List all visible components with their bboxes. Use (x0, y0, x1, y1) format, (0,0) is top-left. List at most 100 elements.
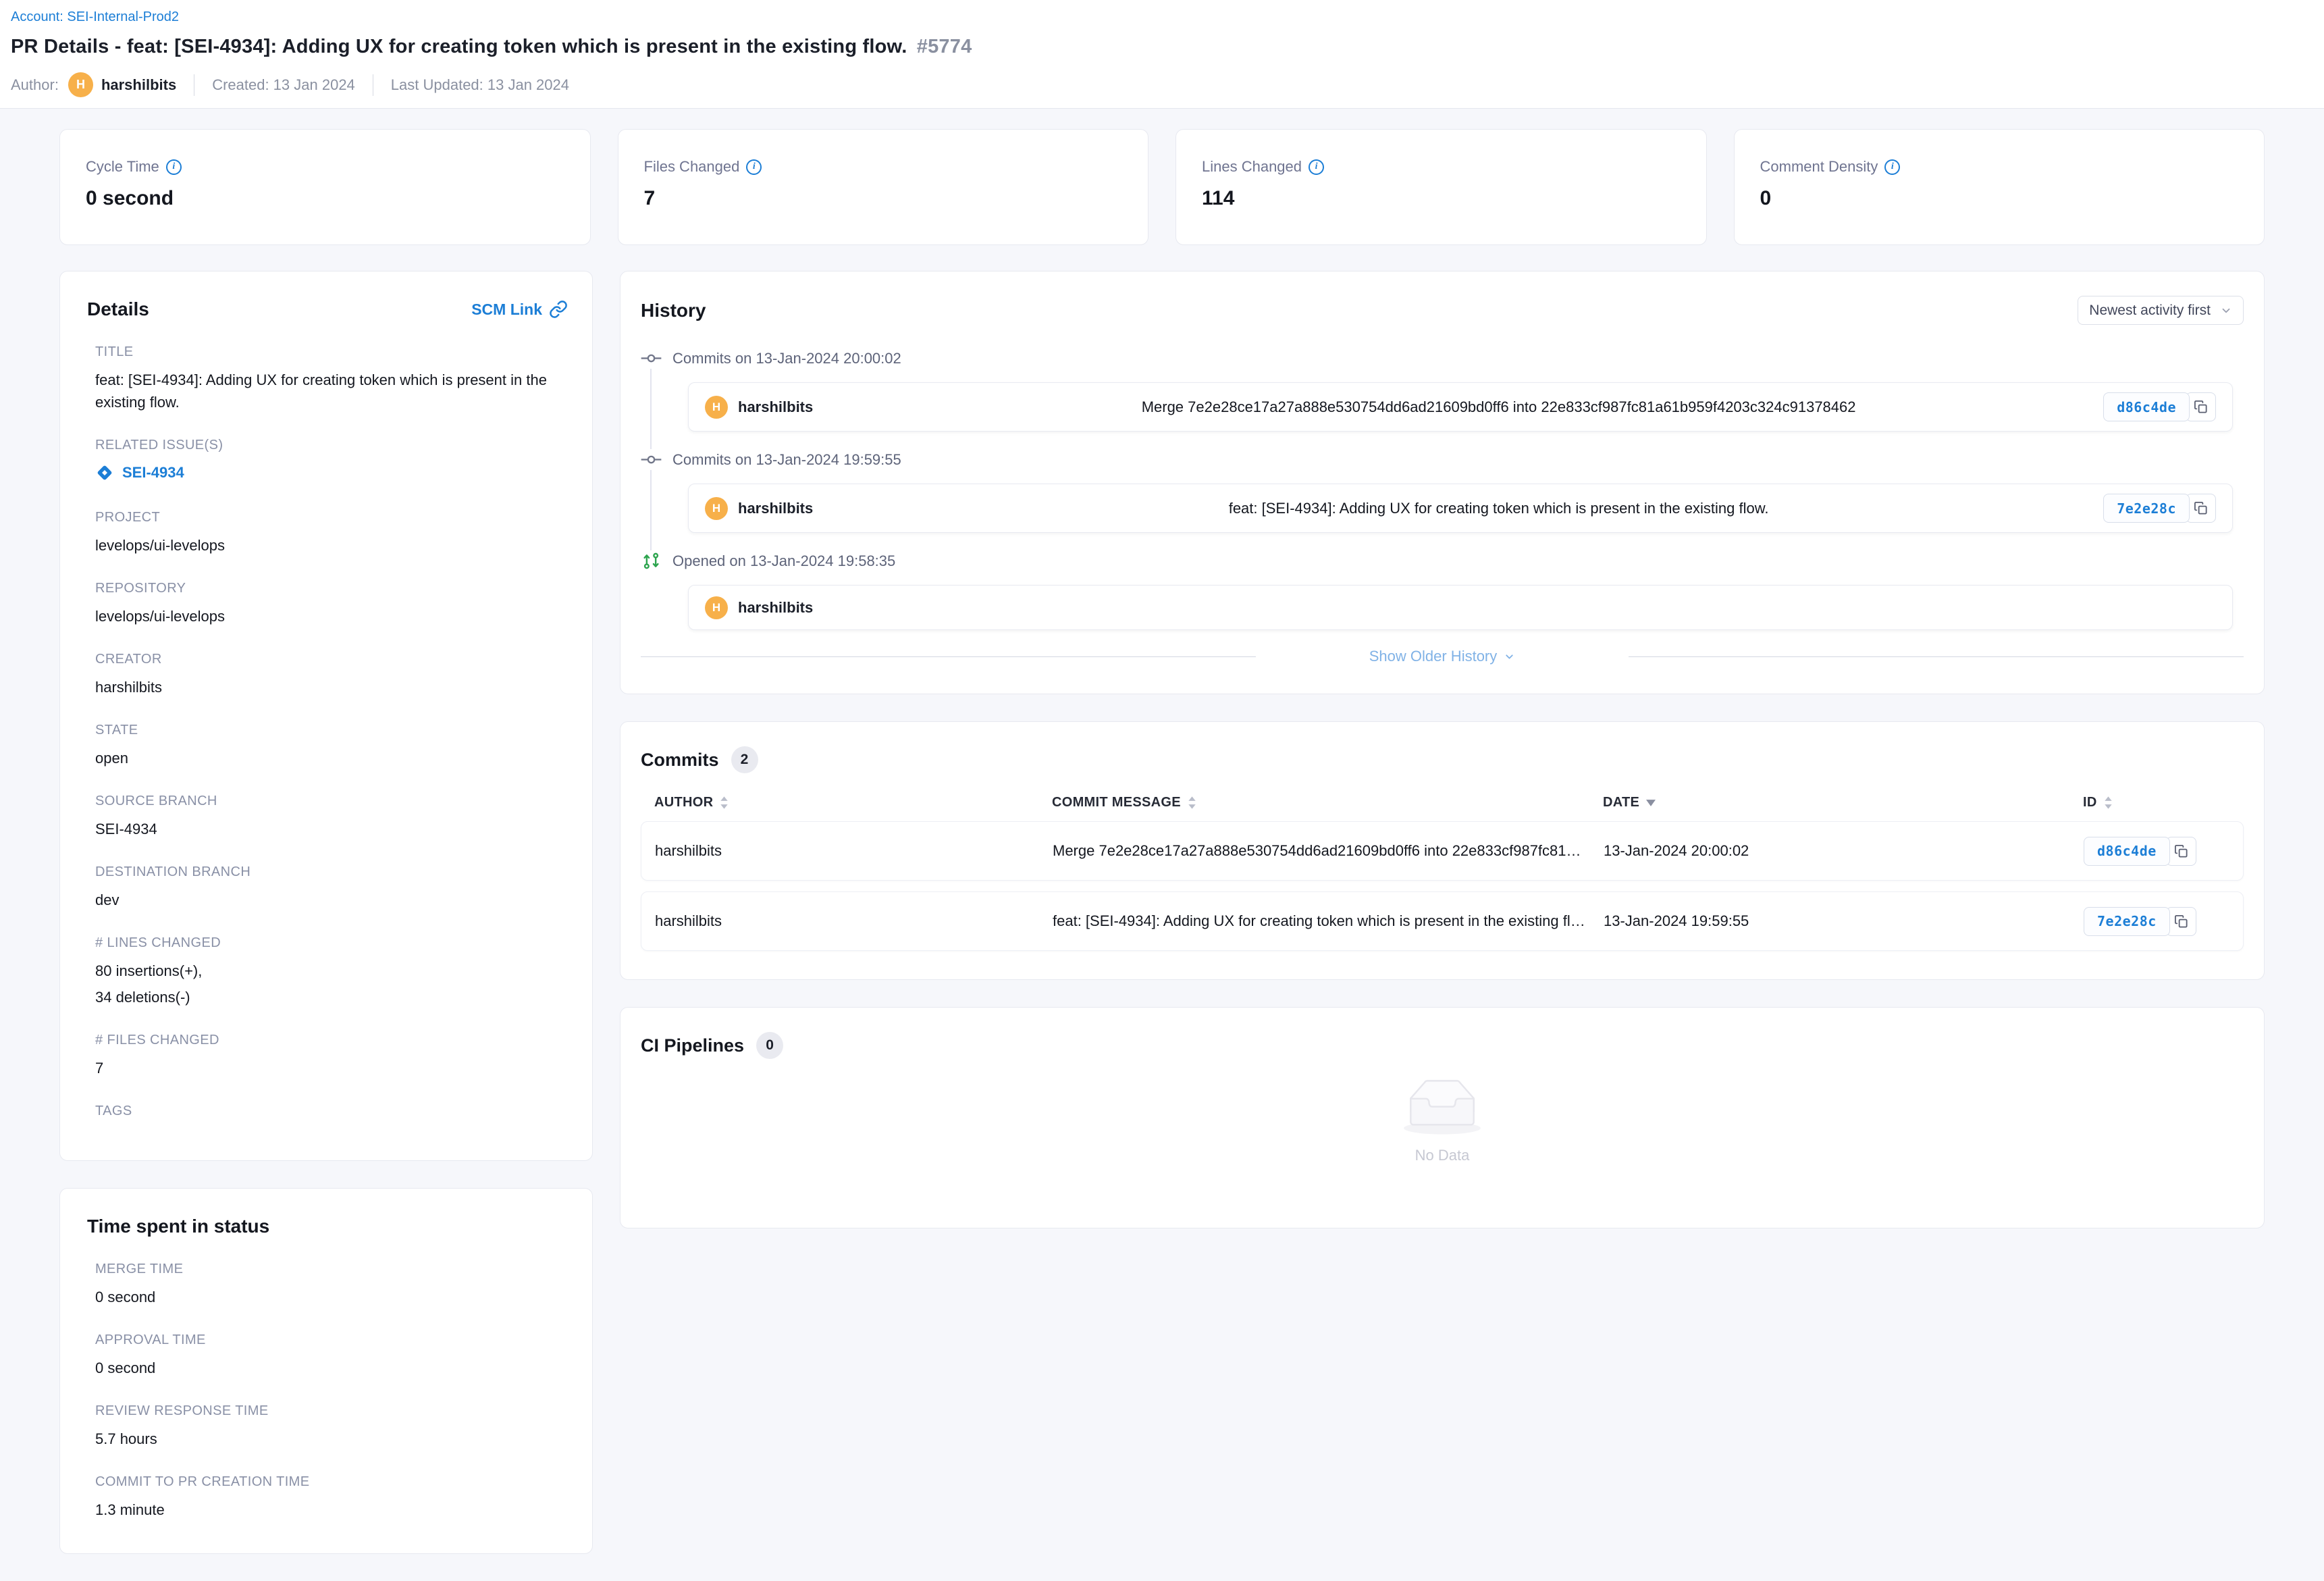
metric-card-files-changed: Files Changed i 7 (618, 129, 1149, 245)
ci-pipelines-count-badge: 0 (756, 1032, 783, 1059)
page-header: Account: SEI-Internal-Prod2 PR Details -… (0, 0, 2324, 109)
commit-author: H harshilbits (705, 396, 894, 419)
info-icon[interactable]: i (746, 159, 762, 175)
info-icon[interactable]: i (1309, 159, 1324, 175)
ci-pipelines-heading: CI Pipelines (641, 1035, 744, 1056)
sort-icon (720, 796, 729, 809)
copy-icon[interactable] (2186, 494, 2216, 523)
time-in-status-heading: Time spent in status (87, 1216, 568, 1237)
info-icon[interactable]: i (1884, 159, 1900, 175)
copy-icon[interactable] (2186, 392, 2216, 421)
history-sort-dropdown[interactable]: Newest activity first (2078, 296, 2244, 325)
cell-author: harshilbits (655, 912, 1053, 930)
cell-message: feat: [SEI-4934]: Adding UX for creating… (1053, 912, 1604, 930)
commit-hash-group: d86c4de (2103, 392, 2216, 421)
no-data-text: No Data (1415, 1147, 1470, 1164)
related-issue-link[interactable]: SEI-4934 (95, 463, 184, 482)
avatar: H (705, 497, 728, 520)
divider (1629, 656, 2244, 657)
field-project: PROJECT levelops/ui-levelops (95, 510, 568, 556)
ci-pipelines-panel: CI Pipelines 0 (620, 1007, 2265, 1228)
column-header-id[interactable]: ID (2083, 795, 2230, 810)
git-commit-icon (641, 449, 662, 470)
avatar: H (705, 596, 728, 619)
field-source-branch: SOURCE BRANCH SEI-4934 (95, 794, 568, 840)
git-commit-icon (641, 348, 662, 369)
empty-state: No Data (641, 1079, 2244, 1164)
cell-id: d86c4de (2084, 837, 2229, 866)
metric-value: 0 (1760, 187, 2239, 210)
commit-message: Merge 7e2e28ce17a27a888e530754dd6ad21609… (894, 398, 2103, 416)
chevron-down-icon (1504, 651, 1515, 663)
commits-count-badge: 2 (731, 746, 758, 773)
commit-table-row: harshilbits Merge 7e2e28ce17a27a888e5307… (641, 821, 2244, 881)
pr-details-page: Account: SEI-Internal-Prod2 PR Details -… (0, 0, 2324, 1581)
field-commit-to-pr-creation-time: COMMIT TO PR CREATION TIME 1.3 minute (95, 1474, 568, 1521)
pr-number: #5774 (917, 36, 972, 57)
commit-hash-badge[interactable]: 7e2e28c (2103, 494, 2190, 523)
field-merge-time: MERGE TIME 0 second (95, 1262, 568, 1308)
cell-date: 13-Jan-2024 19:59:55 (1604, 912, 2084, 930)
author-label: Author: (11, 76, 59, 94)
details-heading: Details (87, 299, 149, 320)
show-older-row: Show Older History (641, 648, 2244, 665)
sort-icon (2104, 796, 2113, 809)
field-lines-changed: # LINES CHANGED 80 insertions(+), 34 del… (95, 935, 568, 1008)
field-tags: TAGS (95, 1104, 568, 1119)
commit-hash-badge[interactable]: d86c4de (2084, 837, 2170, 866)
avatar: H (68, 72, 93, 97)
metric-label: Files Changed i (644, 158, 1123, 176)
field-files-changed: # FILES CHANGED 7 (95, 1033, 568, 1079)
sort-desc-icon (1646, 800, 1656, 806)
timeline-event-label: Commits on 13-Jan-2024 20:00:02 (641, 348, 2244, 369)
pr-opened-icon (641, 550, 662, 571)
history-commit-card: H harshilbits feat: [SEI-4934]: Adding U… (688, 484, 2233, 533)
created-date: Created: 13 Jan 2024 (212, 76, 355, 94)
commit-hash-group: 7e2e28c (2103, 494, 2216, 523)
commit-author: H harshilbits (705, 596, 894, 619)
metric-card-comment-density: Comment Density i 0 (1734, 129, 2265, 245)
scm-link[interactable]: SCM Link (471, 300, 568, 319)
show-older-history-link[interactable]: Show Older History (1369, 648, 1516, 665)
pr-title-text: PR Details - feat: [SEI-4934]: Adding UX… (11, 36, 907, 57)
field-state: STATE open (95, 723, 568, 769)
commit-message: feat: [SEI-4934]: Adding UX for creating… (894, 500, 2103, 517)
metric-card-lines-changed: Lines Changed i 114 (1176, 129, 1707, 245)
account-breadcrumb-link[interactable]: Account: SEI-Internal-Prod2 (11, 9, 179, 25)
issue-diamond-icon (95, 463, 114, 482)
copy-icon[interactable] (2166, 907, 2196, 936)
field-review-response-time: REVIEW RESPONSE TIME 5.7 hours (95, 1403, 568, 1450)
divider (641, 656, 1256, 657)
field-title: TITLE feat: [SEI-4934]: Adding UX for cr… (95, 344, 568, 413)
column-header-author[interactable]: AUTHOR (654, 795, 1052, 810)
history-timeline: Commits on 13-Jan-2024 20:00:02 H harshi… (641, 348, 2244, 665)
metric-value: 0 second (86, 187, 564, 210)
metric-value: 114 (1202, 187, 1681, 210)
metric-label: Comment Density i (1760, 158, 2239, 176)
commits-table-header: AUTHOR COMMIT MESSAGE DATE ID (641, 795, 2244, 810)
commit-hash-badge[interactable]: 7e2e28c (2084, 907, 2170, 936)
field-creator: CREATOR harshilbits (95, 652, 568, 698)
metric-cards-row: Cycle Time i 0 second Files Changed i 7 … (59, 129, 2265, 245)
timeline-event-label: Opened on 13-Jan-2024 19:58:35 (641, 550, 2244, 571)
cell-message: Merge 7e2e28ce17a27a888e530754dd6ad21609… (1053, 842, 1604, 860)
timeline-event-label: Commits on 13-Jan-2024 19:59:55 (641, 449, 2244, 470)
author-row: Author: H harshilbits Created: 13 Jan 20… (11, 72, 2324, 97)
column-header-commit-message[interactable]: COMMIT MESSAGE (1052, 795, 1603, 810)
avatar: H (705, 396, 728, 419)
history-heading: History (641, 300, 706, 321)
metric-label: Cycle Time i (86, 158, 564, 176)
copy-icon[interactable] (2166, 837, 2196, 866)
commits-panel: Commits 2 AUTHOR COMMIT MESSAGE (620, 721, 2265, 980)
column-header-date[interactable]: DATE (1603, 795, 2083, 810)
field-related-issues: RELATED ISSUE(S) SEI-4934 (95, 438, 568, 486)
info-icon[interactable]: i (166, 159, 182, 175)
commit-table-row: harshilbits feat: [SEI-4934]: Adding UX … (641, 891, 2244, 951)
chevron-down-icon (2220, 305, 2232, 317)
metric-value: 7 (644, 187, 1123, 210)
details-panel: Details SCM Link TITLE (59, 271, 593, 1161)
commit-hash-badge[interactable]: d86c4de (2103, 392, 2190, 421)
sort-icon (1188, 796, 1196, 809)
metric-card-cycle-time: Cycle Time i 0 second (59, 129, 591, 245)
metric-label: Lines Changed i (1202, 158, 1681, 176)
